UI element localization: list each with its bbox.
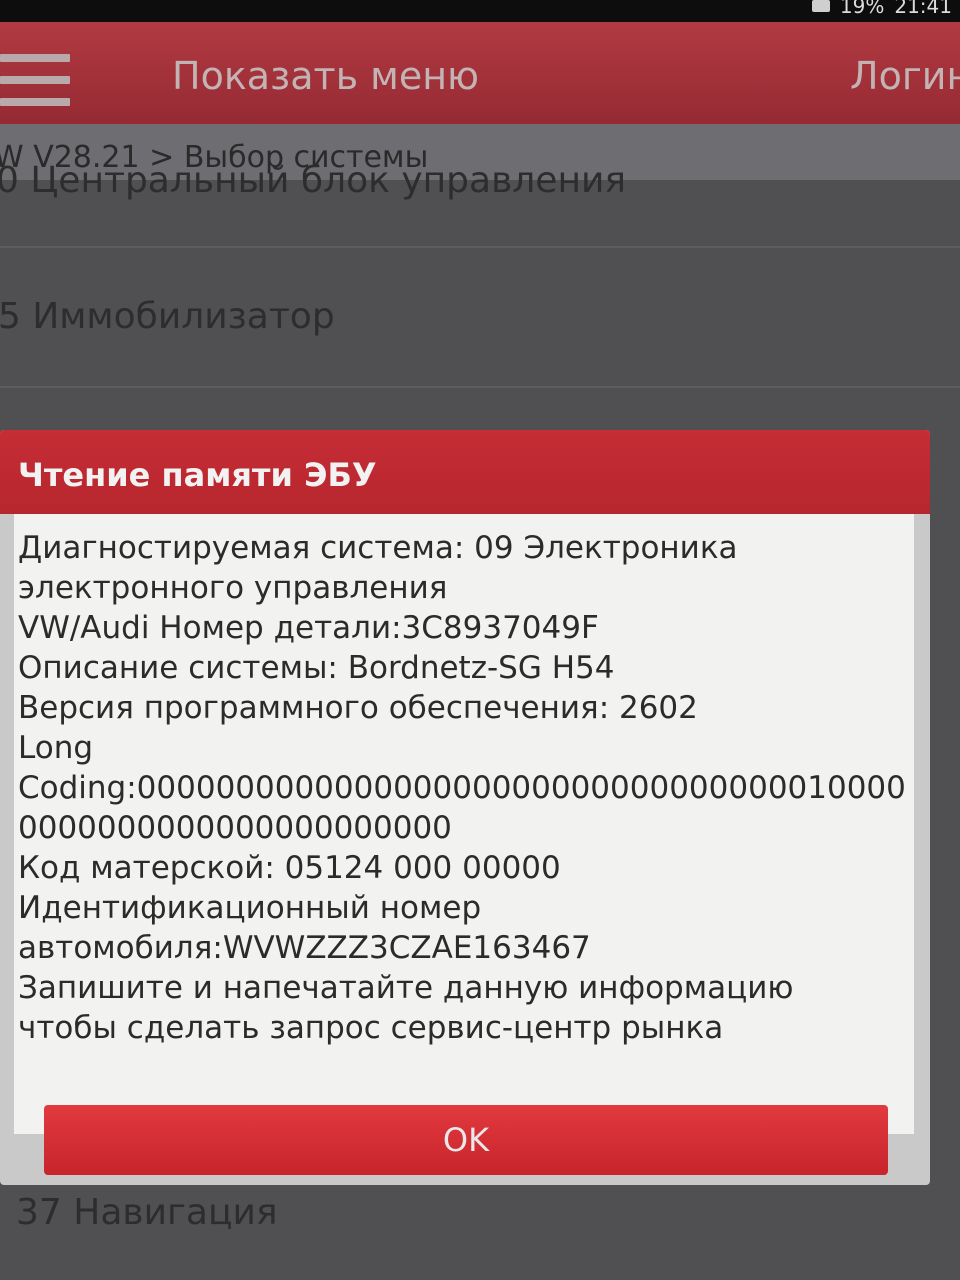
clock: 21:41 — [894, 0, 952, 18]
login-button[interactable]: Логин — [850, 54, 960, 98]
ok-button[interactable]: OK — [44, 1105, 888, 1175]
info-line: Long — [18, 730, 94, 766]
info-line: электронного управления — [18, 570, 448, 606]
list-item[interactable]: 5 Иммобилизатор — [0, 296, 958, 337]
info-line: Диагностируемая система: 09 Электроника — [18, 530, 738, 566]
list-item[interactable]: 37 Навигация — [16, 1192, 960, 1233]
info-line: чтобы сделать запрос сервис-центр рынка — [18, 1010, 724, 1046]
list-item[interactable]: 0 Центральный блок управления — [0, 160, 956, 201]
info-line: 0000000000000000000000 — [18, 810, 452, 846]
info-line: Coding:000000000000000000000000000000000… — [18, 770, 906, 806]
dialog-header: Чтение памяти ЭБУ — [0, 430, 930, 514]
list-divider — [0, 386, 960, 388]
list-divider — [0, 246, 960, 248]
status-indicators: 19% 21:41 — [811, 0, 952, 18]
info-line: Запишите и напечатайте данную информацию — [18, 970, 794, 1006]
info-line: VW/Audi Номер детали:3C8937049F — [18, 610, 599, 646]
hamburger-menu-icon[interactable] — [0, 54, 72, 112]
app-bar: Показать меню Логин — [0, 22, 960, 124]
show-menu-button[interactable]: Показать меню — [172, 54, 479, 98]
battery-level: 19% — [839, 0, 885, 18]
info-line: Код матерской: 05124 000 00000 — [18, 850, 561, 886]
dialog-title: Чтение памяти ЭБУ — [18, 456, 377, 494]
ecu-info-dialog: Чтение памяти ЭБУ Диагностируемая систем… — [0, 430, 930, 1185]
info-line: автомобиля:WVWZZZ3CZAE163467 — [18, 930, 591, 966]
info-line: Описание системы: Bordnetz-SG H54 — [18, 650, 615, 686]
dialog-body: Диагностируемая система: 09 Электроника … — [14, 514, 914, 1134]
battery-icon — [811, 0, 830, 12]
info-line: Идентификационный номер — [18, 890, 482, 926]
info-line: Версия программного обеспечения: 2602 — [18, 690, 698, 726]
status-bar: 19% 21:41 — [0, 0, 960, 22]
